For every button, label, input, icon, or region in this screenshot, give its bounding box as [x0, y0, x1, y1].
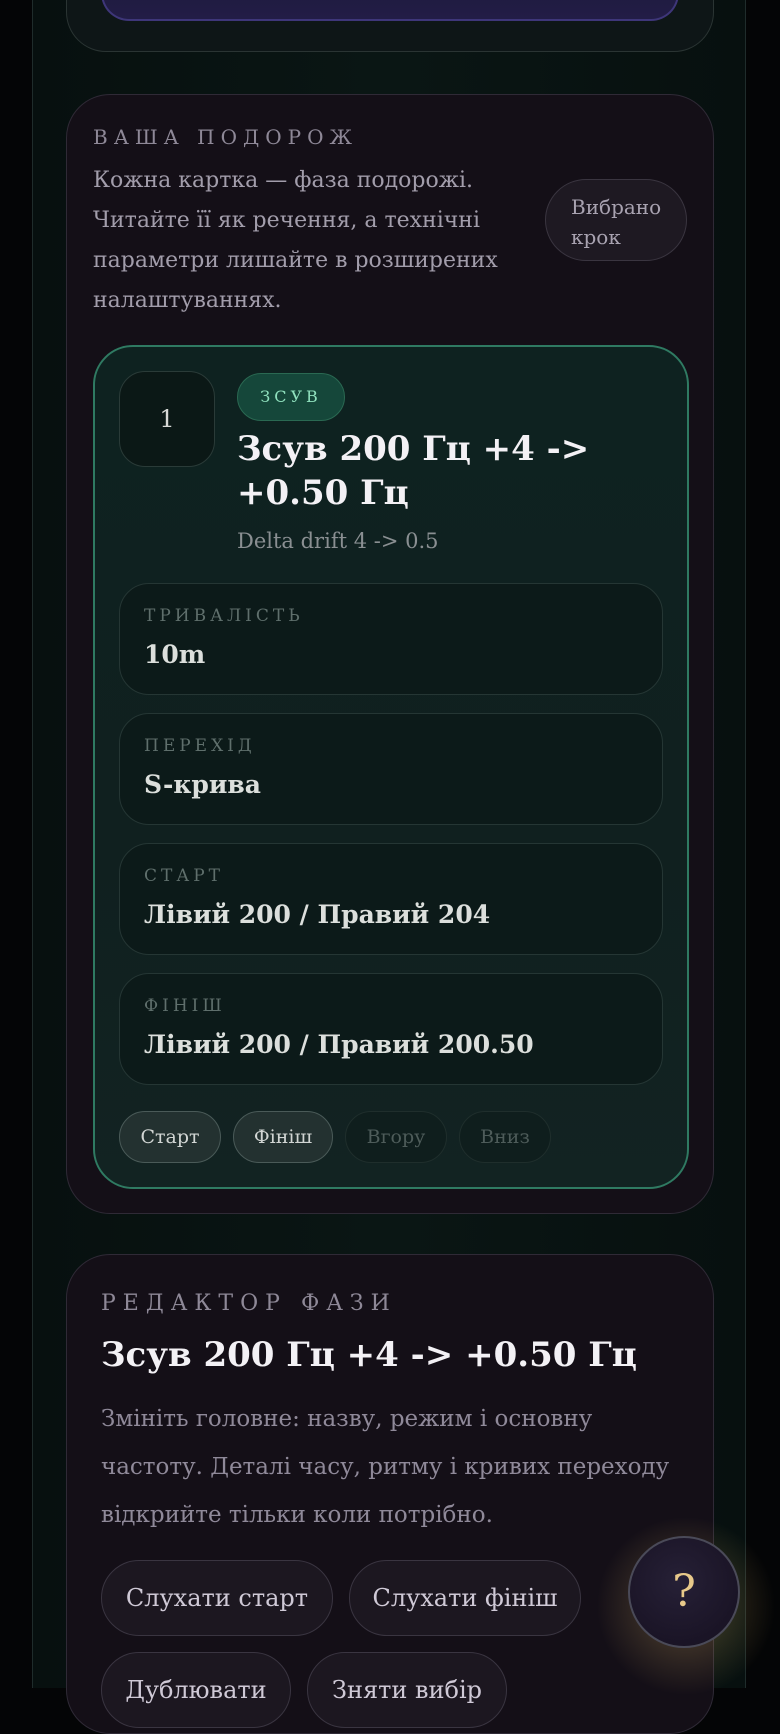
journey-card: ВАША ПОДОРОЖ Кожна картка — фаза подорож… — [66, 94, 714, 1214]
editor-title: Зсув 200 Гц +4 -> +0.50 Гц — [101, 1335, 637, 1375]
previous-section-button[interactable] — [101, 0, 679, 21]
editor-eyebrow: РЕДАКТОР ФАЗИ — [101, 1291, 397, 1316]
param-start: СТАРТ Лівий 200 / Правий 204 — [119, 843, 663, 955]
step-number: 1 — [119, 371, 215, 467]
param-value: Лівий 200 / Правий 200.50 — [144, 1030, 534, 1059]
step-subtitle: Delta drift 4 -> 0.5 — [237, 529, 439, 553]
help-button[interactable]: ? — [628, 1536, 740, 1648]
param-label: ФІНІШ — [144, 996, 226, 1016]
journey-eyebrow: ВАША ПОДОРОЖ — [93, 125, 358, 149]
param-value: S-крива — [144, 770, 261, 799]
param-label: СТАРТ — [144, 866, 224, 886]
param-value: 10m — [144, 640, 206, 669]
param-duration: ТРИВАЛІСТЬ 10m — [119, 583, 663, 695]
move-up-button[interactable]: Вгору — [345, 1111, 447, 1163]
clear-selection-button[interactable]: Зняти вибір — [307, 1652, 507, 1728]
editor-description: Змініть головне: назву, режим і основну … — [101, 1406, 670, 1528]
listen-start-button[interactable]: Слухати старт — [101, 1560, 333, 1636]
step-card[interactable]: 1 ЗСУВ Зсув 200 Гц +4 -> +0.50 Гц Delta … — [93, 345, 689, 1189]
duplicate-button[interactable]: Дублювати — [101, 1652, 291, 1728]
step-type-tag: ЗСУВ — [237, 373, 345, 421]
param-finish: ФІНІШ Лівий 200 / Правий 200.50 — [119, 973, 663, 1085]
param-transition: ПЕРЕХІД S-крива — [119, 713, 663, 825]
param-label: ТРИВАЛІСТЬ — [144, 606, 304, 626]
play-start-button[interactable]: Старт — [119, 1111, 221, 1163]
play-finish-button[interactable]: Фініш — [233, 1111, 333, 1163]
journey-description: Кожна картка — фаза подорожі. Читайте її… — [93, 168, 498, 313]
move-down-button[interactable]: Вниз — [459, 1111, 551, 1163]
param-value: Лівий 200 / Правий 204 — [144, 900, 491, 929]
previous-section-card — [66, 0, 714, 52]
selected-step-badge: Вибрано крок — [545, 179, 687, 261]
param-label: ПЕРЕХІД — [144, 736, 256, 756]
listen-finish-button[interactable]: Слухати фініш — [349, 1560, 581, 1636]
step-title: Зсув 200 Гц +4 -> +0.50 Гц — [237, 429, 590, 513]
